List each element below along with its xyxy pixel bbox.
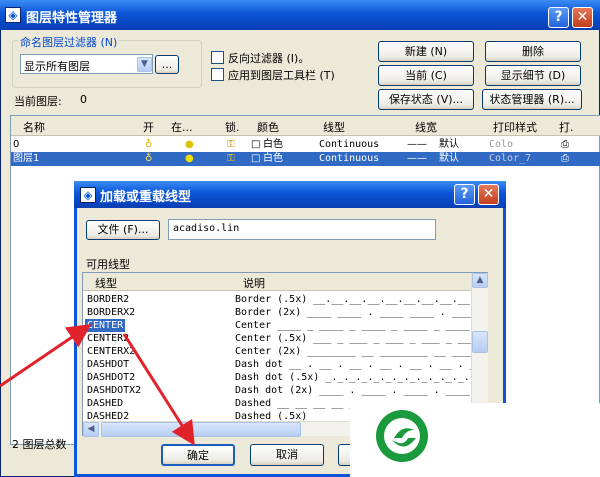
arrow-to-ok-button [122, 333, 195, 446]
annotation-arrows [0, 323, 195, 446]
arrow-to-center-linetype [0, 323, 92, 388]
